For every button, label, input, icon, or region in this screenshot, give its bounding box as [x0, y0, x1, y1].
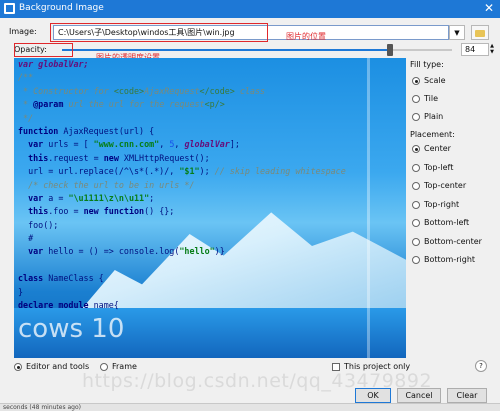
- code-line: var hello = () => console.log("hello")}: [18, 246, 225, 257]
- placement-label: Placement:: [410, 130, 455, 139]
- image-annotation-text: 图片的位置: [286, 32, 326, 41]
- radio-button[interactable]: [412, 182, 420, 190]
- code-line: #: [18, 233, 34, 244]
- radio-button[interactable]: [412, 145, 420, 153]
- radio-button[interactable]: [412, 163, 420, 172]
- code-line: url = url.replace(/^\s*(.*)/, "$1"); // …: [18, 166, 346, 177]
- opacity-spinner[interactable]: ▲ ▼: [488, 43, 496, 56]
- radio-label: Plain: [424, 112, 444, 121]
- code-line: */: [18, 112, 34, 123]
- radio-button[interactable]: [412, 113, 420, 121]
- fill-type-option-plain[interactable]: Plain: [412, 112, 492, 124]
- placement-option-bottom-right[interactable]: Bottom-right: [412, 255, 492, 267]
- placement-option-top-center[interactable]: Top-center: [412, 181, 492, 193]
- radio-label: Top-right: [424, 199, 460, 209]
- code-line: this.request = new XMLHttpRequest();: [18, 152, 210, 163]
- radio-label: Bottom-left: [424, 218, 470, 227]
- code-sample: var globalVar; /** * Constructor for <cod…: [18, 58, 406, 312]
- radio-label: Top-center: [424, 181, 467, 190]
- image-label: Image:: [9, 27, 37, 36]
- app-icon: [4, 3, 15, 14]
- placement-option-bottom-center[interactable]: Bottom-center: [412, 237, 492, 249]
- code-line: declare module name{: [18, 300, 119, 311]
- close-icon[interactable]: ✕: [484, 1, 494, 15]
- radio-button[interactable]: [412, 237, 420, 246]
- radio-button[interactable]: [412, 219, 420, 227]
- radio-button[interactable]: [412, 256, 420, 264]
- code-line: foo();: [18, 219, 59, 230]
- code-line: /**: [18, 72, 34, 83]
- folder-icon: [475, 30, 485, 37]
- fill-type-option-scale[interactable]: Scale: [412, 76, 492, 88]
- browse-button[interactable]: [471, 25, 489, 40]
- background-preview: cows 10 var globalVar; /** * Constructor …: [14, 58, 406, 358]
- opacity-slider[interactable]: [62, 44, 452, 56]
- opacity-slider-fill: [62, 49, 390, 51]
- code-line: }: [18, 286, 24, 297]
- help-icon[interactable]: ?: [475, 360, 487, 372]
- fill-type-option-tile[interactable]: Tile: [412, 94, 492, 106]
- radio-label: Bottom-right: [424, 255, 476, 264]
- radio-button[interactable]: [412, 95, 420, 103]
- code-line: this.foo = new function() {};: [18, 206, 175, 217]
- cancel-button[interactable]: Cancel: [397, 388, 441, 403]
- radio-button[interactable]: [412, 200, 420, 209]
- code-line: class NameClass {: [18, 273, 104, 284]
- radio-label: Top-left: [424, 162, 454, 172]
- opacity-input[interactable]: 84: [461, 43, 489, 56]
- code-line: function AjaxRequest(url) {: [18, 125, 155, 136]
- placement-option-center[interactable]: Center: [412, 144, 492, 156]
- placement-option-top-right[interactable]: Top-right: [412, 200, 492, 212]
- code-line: * @param url the url for the request<p/>: [18, 99, 225, 110]
- opacity-row: Opacity: 84 ▲ ▼: [14, 43, 494, 57]
- code-line: var a = "\u1111\z\n\u11";: [18, 192, 155, 203]
- ok-button[interactable]: OK: [355, 388, 391, 403]
- radio-label: Scale: [424, 76, 446, 85]
- placement-option-bottom-left[interactable]: Bottom-left: [412, 218, 492, 230]
- radio-button[interactable]: [14, 363, 22, 371]
- radio-label: Center: [424, 144, 451, 153]
- placement-option-top-left[interactable]: Top-left: [412, 163, 492, 175]
- wallpaper-logo-text: cows 10: [18, 314, 125, 344]
- code-line: var globalVar;: [18, 59, 89, 69]
- radio-button[interactable]: [412, 77, 420, 85]
- title-bar: Background Image ✕: [0, 0, 500, 18]
- window-title: Background Image: [19, 3, 104, 13]
- radio-label: Bottom-center: [424, 236, 482, 246]
- code-line: * Constructor for <code>AjaxRequest</cod…: [18, 85, 266, 96]
- clear-button[interactable]: Clear: [447, 388, 487, 403]
- code-line: var urls = [ "www.cnn.com", 5, globalVar…: [18, 139, 240, 150]
- status-bar: seconds (48 minutes ago): [0, 403, 500, 411]
- opacity-annotation-box: [14, 43, 73, 57]
- chevron-down-icon[interactable]: ▼: [449, 25, 465, 40]
- radio-label: Tile: [424, 94, 439, 103]
- opacity-slider-thumb[interactable]: [386, 44, 393, 56]
- code-line: /* check the url to be in urls */: [18, 179, 195, 190]
- radio-label: Editor and tools: [26, 362, 90, 371]
- image-annotation-box: [50, 23, 268, 42]
- fill-type-label: Fill type:: [410, 60, 444, 69]
